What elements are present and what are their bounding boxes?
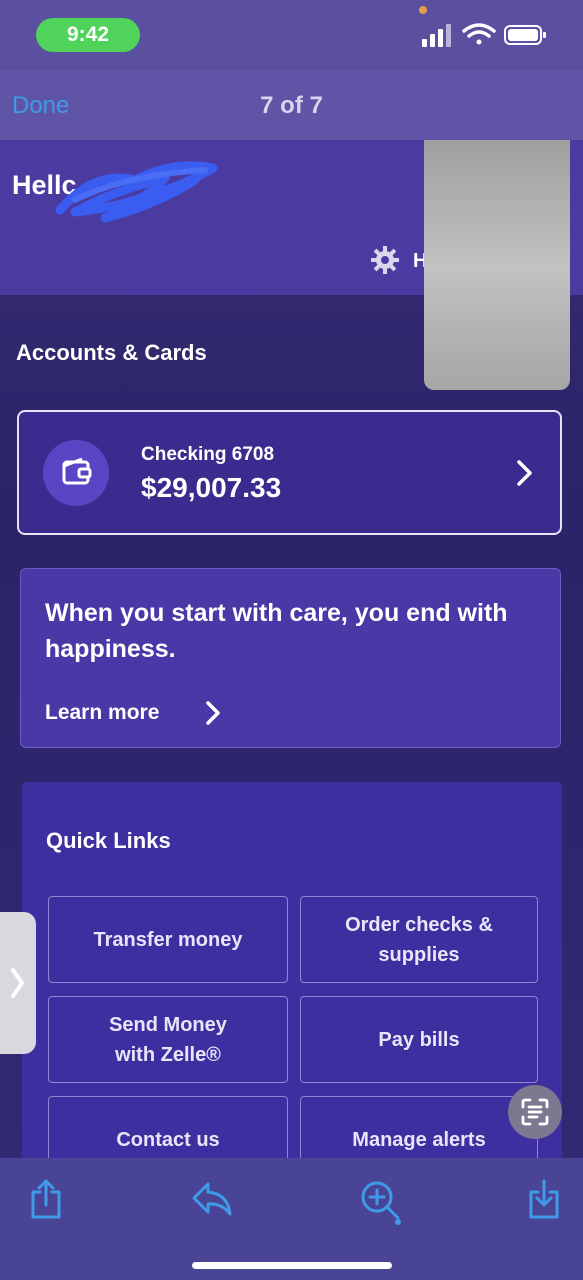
redaction-scribble [55,161,218,223]
battery-icon [504,25,546,45]
account-name: Checking 6708 [141,444,275,465]
share-icon[interactable] [28,1178,64,1220]
chevron-right-icon [206,701,220,725]
chevron-right-icon [11,968,24,998]
accounts-section-title: Accounts & Cards [16,340,207,365]
quick-links-title: Quick Links [46,828,171,853]
transfer-money-button[interactable]: Transfer money [48,896,288,983]
zoom-icon[interactable] [358,1178,404,1228]
order-checks-button[interactable]: Order checks & supplies [300,896,538,983]
text-scan-icon [521,1098,549,1126]
markup-icon[interactable] [190,1178,234,1220]
pay-bills-button[interactable]: Pay bills [300,996,538,1083]
home-indicator[interactable] [192,1262,392,1269]
wallet-icon-badge [43,440,109,506]
wifi-icon [462,23,496,45]
privacy-indicator [419,6,427,14]
chevron-right-icon [517,460,532,486]
promo-card: When you start with care, you end with h… [20,568,561,748]
wallet-icon [62,457,92,485]
send-money-zelle-button[interactable]: Send Money with Zelle® [48,996,288,1083]
account-balance: $29,007.33 [141,472,282,503]
redaction-overlay [424,140,570,390]
page-counter: 7 of 7 [260,92,323,119]
save-icon[interactable] [526,1178,562,1220]
live-text-button[interactable] [508,1085,562,1139]
screen: 9:42 Done 7 of 7 Hellc H Accounts & Card… [0,0,583,1280]
signal-icon [422,24,451,47]
viewer-nav-bar: Done 7 of 7 [0,70,583,140]
learn-more-link[interactable]: Learn more [45,701,159,725]
quick-links-panel: Quick Links Transfer money Order checks … [22,782,562,1182]
account-card-checking[interactable]: Checking 6708 $29,007.33 [17,410,562,535]
status-bar: 9:42 [0,0,583,70]
side-drawer-handle[interactable] [0,912,36,1054]
promo-text: When you start with care, you end with h… [45,599,508,663]
gear-icon[interactable] [370,245,400,275]
status-time[interactable]: 9:42 [36,18,140,52]
status-icons [422,23,546,47]
